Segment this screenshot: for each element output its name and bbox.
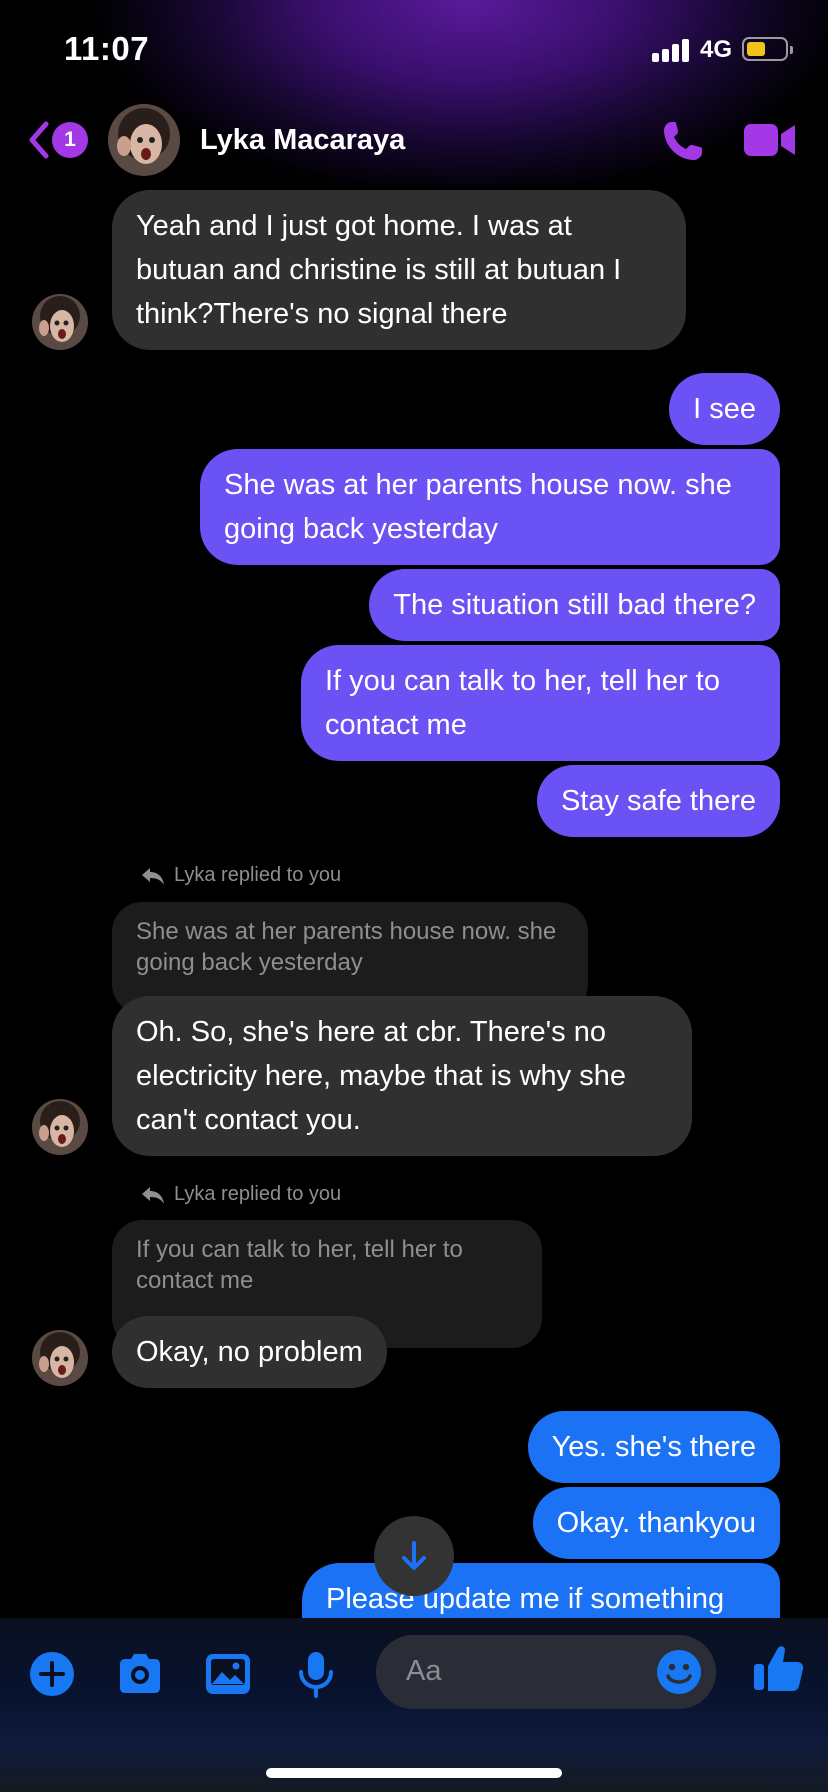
message-input[interactable]: Aa [376,1635,716,1709]
message-outgoing[interactable]: Stay safe there [536,765,780,837]
message-incoming[interactable]: Okay, no problem [112,1316,387,1388]
battery-level [747,42,765,56]
composer-bar: Aa [0,1618,828,1792]
emoji-icon[interactable] [654,1647,704,1697]
gallery-icon[interactable] [202,1648,254,1700]
reply-indicator: Lyka replied to you [140,1183,341,1206]
message-outgoing[interactable]: Okay. thankyou [532,1487,780,1559]
message-outgoing[interactable]: The situation still bad there? [369,569,780,641]
thumbs-up-icon[interactable] [750,1640,806,1696]
contact-name[interactable]: Lyka Macaraya [200,124,405,157]
back-chevron-icon[interactable] [24,118,54,162]
phone-icon[interactable] [660,118,706,164]
conversation-header: 1 Lyka Macaraya [0,100,828,185]
contact-avatar-small[interactable] [32,294,88,350]
status-time: 11:07 [64,30,150,67]
status-bar: 11:07 4G [0,0,828,100]
contact-avatar-small[interactable] [32,1330,88,1386]
reply-label: Lyka replied to you [174,864,342,886]
network-type: 4G [700,36,733,63]
reply-label: Lyka replied to you [174,1183,342,1205]
arrow-down-icon [402,1541,426,1570]
message-outgoing[interactable]: If you can talk to her, tell her to cont… [301,645,780,761]
reply-arrow-icon [142,867,164,885]
reply-arrow-icon [142,1186,164,1204]
message-input-placeholder: Aa [406,1655,442,1687]
message-outgoing[interactable]: Yes. she's there [527,1411,780,1483]
message-outgoing[interactable]: I see [669,373,780,445]
contact-avatar-small[interactable] [32,1099,88,1155]
battery-icon [742,37,793,61]
message-incoming[interactable]: Yeah and I just got home. I was at butua… [112,190,686,350]
unread-badge[interactable]: 1 [52,122,88,158]
reply-indicator: Lyka replied to you [140,864,341,887]
camera-icon[interactable] [114,1648,166,1700]
contact-avatar[interactable] [108,104,180,176]
plus-icon[interactable] [26,1648,78,1700]
video-camera-icon[interactable] [742,120,798,160]
scroll-to-bottom-button[interactable] [374,1516,454,1596]
microphone-icon[interactable] [290,1648,342,1700]
cellular-signal-icon [652,38,692,62]
message-incoming[interactable]: Oh. So, she's here at cbr. There's no el… [112,996,692,1156]
home-indicator [266,1768,562,1778]
message-outgoing[interactable]: Please update me if something [302,1563,780,1623]
message-outgoing[interactable]: She was at her parents house now. she go… [200,449,780,565]
